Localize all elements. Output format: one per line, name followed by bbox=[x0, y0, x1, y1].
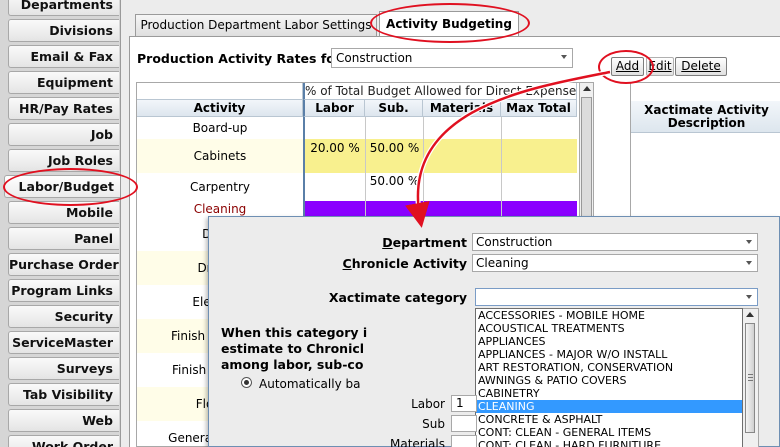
department-select[interactable]: Construction bbox=[331, 48, 573, 68]
table-cell-labor[interactable] bbox=[303, 173, 365, 201]
materials-field-label: Materials bbox=[389, 437, 445, 447]
delete-button-label: Delete bbox=[681, 59, 721, 73]
chronicle-activity-value: Cleaning bbox=[476, 256, 529, 270]
category-description: When this category i estimate to Chronic… bbox=[221, 325, 473, 373]
xactimate-category-label: Xactimate category bbox=[328, 290, 467, 305]
nav-item-hr-pay-rates[interactable]: HR/Pay Rates bbox=[8, 97, 119, 120]
settings-nav: Departments Divisions Email & Fax Equipment… bbox=[0, 0, 120, 447]
nav-item-web[interactable]: Web bbox=[8, 409, 119, 432]
chronicle-label-rest: hronicle Activity bbox=[351, 256, 467, 271]
nav-item-program-links[interactable]: Program Links bbox=[8, 279, 119, 302]
nav-item-work-order[interactable]: Work Order bbox=[8, 435, 119, 447]
nav-item-departments[interactable]: Departments bbox=[8, 0, 119, 16]
dropdown-scroll-thumb[interactable] bbox=[745, 323, 755, 433]
annotation-circle-labor-budget bbox=[3, 168, 138, 206]
table-cell-activity: Board-up bbox=[192, 121, 248, 135]
chevron-down-icon bbox=[746, 261, 752, 265]
auto-radio-button[interactable] bbox=[241, 377, 252, 388]
chronicle-activity-label: Chronicle Activity bbox=[342, 256, 467, 271]
dropdown-option[interactable]: APPLIANCES - MAJOR W/O INSTALL bbox=[476, 348, 742, 361]
xactimate-activity-header: Xactimate Activity Description bbox=[631, 101, 780, 133]
nav-item-panel[interactable]: Panel bbox=[8, 227, 119, 250]
nav-item-job[interactable]: Job bbox=[8, 123, 119, 146]
description-line: When this category i bbox=[221, 325, 368, 340]
nav-item-purchase-order[interactable]: Purchase Order bbox=[8, 253, 119, 276]
table-cell-labor[interactable]: 20.00 % bbox=[303, 139, 365, 173]
department-select-value: Construction bbox=[336, 51, 413, 65]
xactimate-category-dropdown: ACCESSORIES - MOBILE HOME ACOUSTICAL TREA… bbox=[475, 308, 743, 447]
table-cell-activity: Cleaning bbox=[193, 202, 247, 216]
labor-field[interactable]: 1 bbox=[451, 395, 477, 412]
chevron-down-icon bbox=[746, 295, 752, 299]
labor-field-label: Labor bbox=[411, 397, 445, 411]
dropdown-option[interactable]: APPLIANCES bbox=[476, 335, 742, 348]
description-line: among labor, sub-co bbox=[221, 357, 364, 372]
nav-item-servicemaster[interactable]: ServiceMaster bbox=[8, 331, 119, 354]
materials-field[interactable] bbox=[451, 435, 477, 447]
nav-item-equipment[interactable]: Equipment bbox=[8, 71, 119, 94]
rates-label: Production Activity Rates for bbox=[137, 51, 342, 66]
auto-radio-label: Automatically ba bbox=[259, 377, 361, 391]
nav-item-surveys[interactable]: Surveys bbox=[8, 357, 119, 380]
chronicle-activity-select[interactable]: Cleaning bbox=[472, 254, 758, 272]
dropdown-scrollbar[interactable] bbox=[743, 308, 759, 447]
xactimate-header-line2: Description bbox=[667, 116, 746, 130]
nav-item-email-fax[interactable]: Email & Fax bbox=[8, 45, 119, 68]
scroll-up-icon[interactable] bbox=[746, 312, 754, 317]
table-cell-labor[interactable] bbox=[303, 201, 365, 217]
annotation-circle-activity-tab bbox=[370, 3, 530, 43]
grip-line bbox=[748, 377, 753, 378]
sub-field[interactable] bbox=[451, 415, 477, 432]
dropdown-option[interactable]: CONT: CLEAN - GENERAL ITEMS bbox=[476, 426, 742, 439]
dropdown-option[interactable]: ACOUSTICAL TREATMENTS bbox=[476, 322, 742, 335]
nav-item-security[interactable]: Security bbox=[8, 305, 119, 328]
grip-line bbox=[748, 374, 753, 375]
chevron-down-icon bbox=[746, 240, 752, 244]
tab-production-labor-settings[interactable]: Production Department Labor Settings bbox=[135, 14, 377, 36]
dropdown-option[interactable]: AWNINGS & PATIO COVERS bbox=[476, 374, 742, 387]
delete-button[interactable]: Delete bbox=[675, 57, 727, 76]
dropdown-option[interactable]: CABINETRY bbox=[476, 387, 742, 400]
dropdown-option[interactable]: CONT: CLEAN - HARD FURNITURE bbox=[476, 439, 742, 447]
grip-line bbox=[748, 380, 753, 381]
annotation-arrow bbox=[405, 69, 611, 228]
table-cell-activity: Carpentry bbox=[189, 180, 250, 194]
table-cell-activity: Cabinets bbox=[137, 139, 303, 173]
nav-item-divisions[interactable]: Divisions bbox=[8, 19, 119, 42]
sub-field-label: Sub bbox=[422, 417, 445, 431]
xactimate-mapping-dialog: Department Construction Chronicle Activi… bbox=[208, 216, 780, 447]
dropdown-option[interactable]: ART RESTORATION, CONSERVATION bbox=[476, 361, 742, 374]
table-cell-labor[interactable] bbox=[303, 117, 365, 139]
chevron-down-icon bbox=[561, 55, 567, 59]
column-header-activity[interactable]: Activity bbox=[137, 100, 303, 117]
dropdown-option[interactable]: ACCESSORIES - MOBILE HOME bbox=[476, 309, 742, 322]
nav-item-tab-visibility[interactable]: Tab Visibility bbox=[8, 383, 119, 406]
grid-header-spacer bbox=[137, 83, 303, 100]
column-header-labor[interactable]: Labor bbox=[303, 100, 365, 117]
dropdown-option[interactable]: CONCRETE & ASPHALT bbox=[476, 413, 742, 426]
xactimate-category-select[interactable] bbox=[475, 288, 758, 306]
dropdown-option[interactable]: CLEANING bbox=[476, 400, 742, 413]
description-line: estimate to Chronicl bbox=[221, 341, 365, 356]
